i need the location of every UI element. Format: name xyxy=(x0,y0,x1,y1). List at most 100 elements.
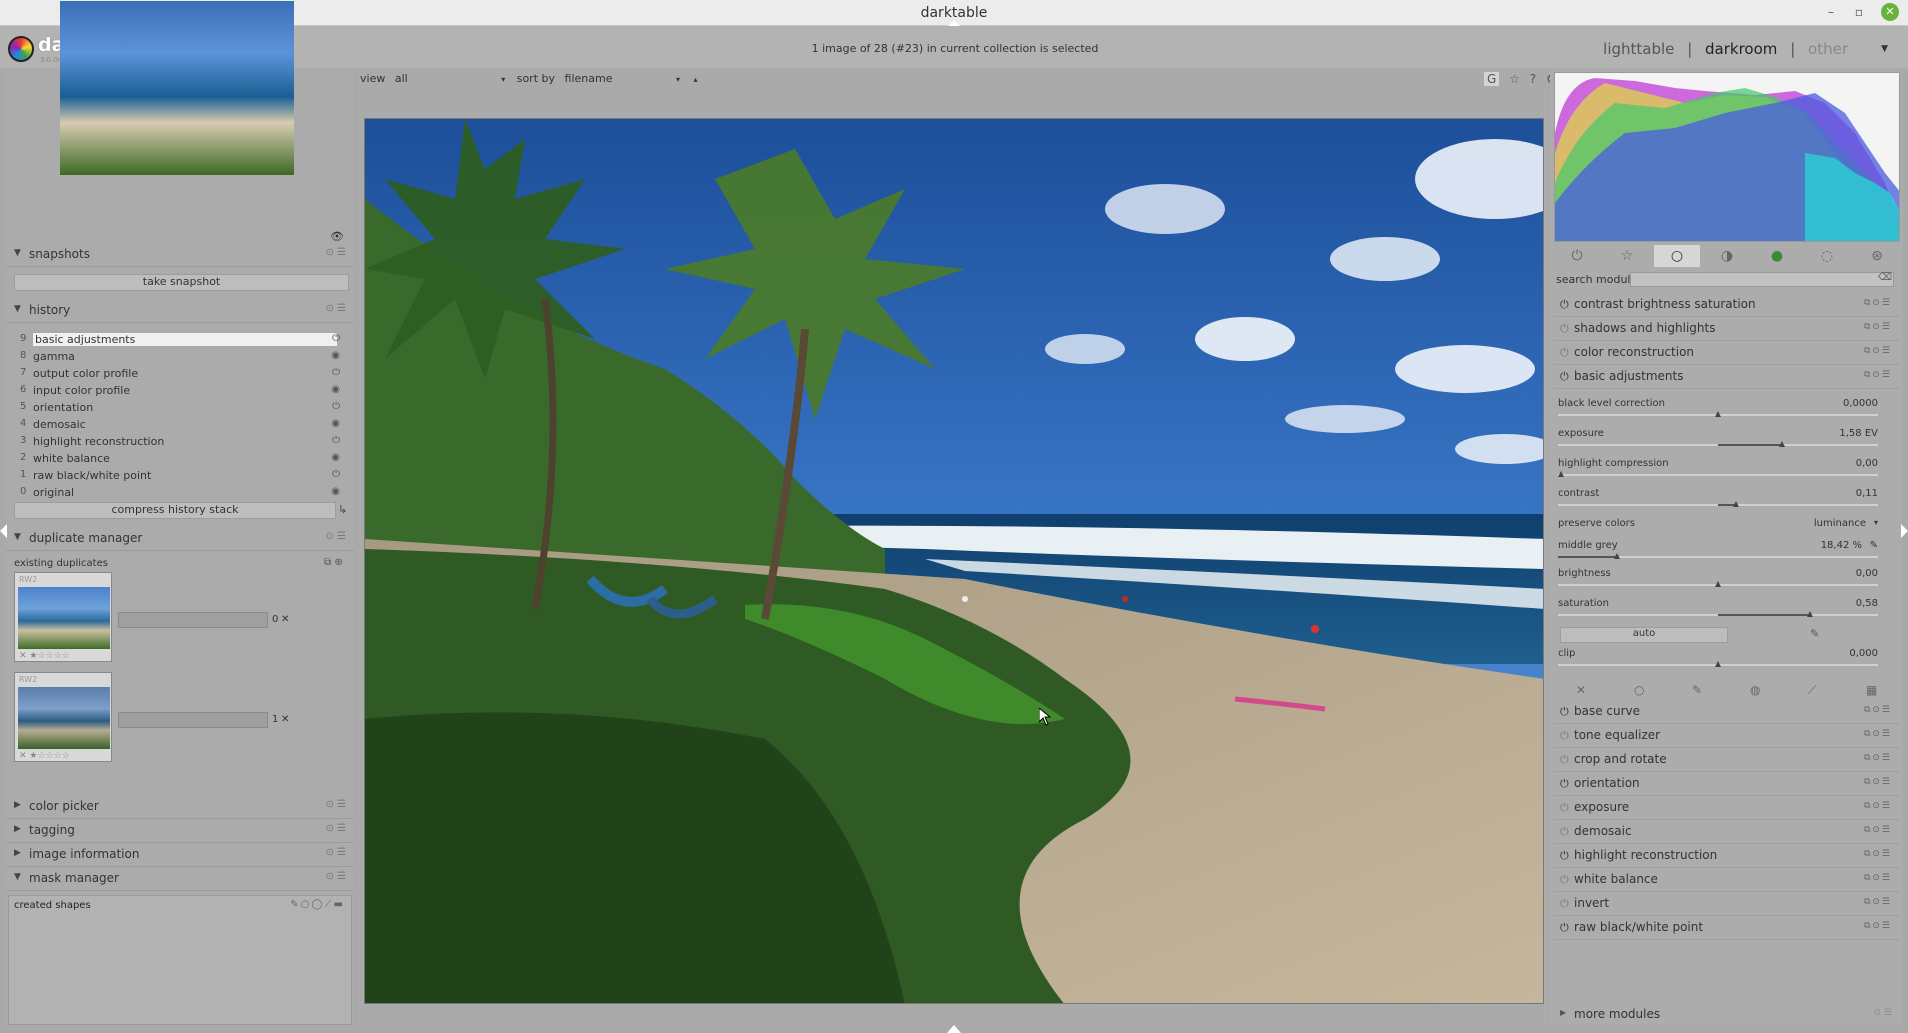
compress-history-icon[interactable]: ↳ xyxy=(338,503,347,516)
favorites-icon[interactable]: ☆ xyxy=(1604,245,1650,267)
module-menu-icon[interactable]: ⊙ ☰ xyxy=(1874,1008,1892,1018)
color-picker-header[interactable]: ▶ color picker ⊙ ☰ xyxy=(6,795,354,819)
mask-manager-header[interactable]: ▼ mask manager ⊙ ☰ xyxy=(6,867,354,891)
delete-duplicate-icon[interactable]: ✕ xyxy=(281,614,289,625)
power-icon[interactable]: ⏻ xyxy=(1560,298,1569,312)
module-actions-icon[interactable]: ⧉⊙☰ xyxy=(1864,849,1892,859)
sort-by-select[interactable]: filename xyxy=(565,72,613,85)
module-basic-adjustments[interactable]: ⏻ basic adjustments ⧉⊙☰ xyxy=(1554,365,1900,389)
module-menu-icon[interactable]: ⊙ ☰ xyxy=(325,823,346,834)
brightness-slider[interactable]: brightness 0,00 xyxy=(1558,568,1878,598)
close-button[interactable]: ✕ xyxy=(1881,3,1899,21)
power-icon[interactable]: ⏻ xyxy=(1560,873,1569,887)
collapse-right-panel-arrow[interactable] xyxy=(1901,524,1908,538)
eye-icon[interactable]: 👁 xyxy=(330,230,344,243)
saturation-slider[interactable]: saturation 0,58 xyxy=(1558,598,1878,628)
module-actions-icon[interactable]: ⧉⊙☰ xyxy=(1864,801,1892,811)
view-lighttable[interactable]: lighttable xyxy=(1603,40,1674,58)
module-invert[interactable]: ⏻ invert ⧉⊙☰ xyxy=(1554,892,1900,916)
module-actions-icon[interactable]: ⧉⊙☰ xyxy=(1864,753,1892,763)
blend-off-icon[interactable]: ✕ xyxy=(1576,683,1586,697)
rating-stars[interactable]: ✕ ★☆☆☆☆ xyxy=(19,651,70,661)
module-tone-equalizer[interactable]: ⏻ tone equalizer ⧉⊙☰ xyxy=(1554,724,1900,748)
power-icon[interactable]: ⏻ xyxy=(1560,921,1569,935)
raster-mask-icon[interactable]: ▦ xyxy=(1866,683,1877,697)
chevron-down-icon[interactable]: ▾ xyxy=(676,75,680,84)
module-white-balance[interactable]: ⏻ white balance ⧉⊙☰ xyxy=(1554,868,1900,892)
compress-history-button[interactable]: compress history stack xyxy=(14,502,336,519)
power-icon[interactable]: ⏻ xyxy=(1560,370,1569,384)
module-actions-icon[interactable]: ⧉⊙☰ xyxy=(1864,777,1892,787)
blend-uniform-icon[interactable]: ○ xyxy=(1634,683,1644,697)
module-menu-icon[interactable]: ⊙ ☰ xyxy=(325,303,346,314)
power-icon[interactable]: ⏻ xyxy=(1554,245,1600,267)
view-filter-select[interactable]: all xyxy=(395,72,408,85)
power-icon[interactable]: ⏻ xyxy=(1560,801,1569,815)
collapse-bottom-panel-arrow[interactable] xyxy=(947,1025,961,1033)
power-icon[interactable]: ⏻ xyxy=(1560,322,1569,336)
module-exposure[interactable]: ⏻ exposure ⧉⊙☰ xyxy=(1554,796,1900,820)
module-actions-icon[interactable]: ⧉⊙☰ xyxy=(1864,897,1892,907)
duplicate-version-field[interactable] xyxy=(118,612,268,628)
take-snapshot-button[interactable]: take snapshot xyxy=(14,274,349,291)
power-icon[interactable]: ⏻ xyxy=(1560,753,1569,767)
combined-mask-icon[interactable]: ⟋ xyxy=(1808,683,1816,698)
color-picker-icon[interactable]: ✎ xyxy=(1870,540,1878,551)
slider-handle[interactable] xyxy=(1715,661,1721,667)
rating-stars[interactable]: ✕ ★☆☆☆☆ xyxy=(19,751,70,761)
history-item[interactable]: 5 orientation ⏻ xyxy=(14,400,340,417)
history-item[interactable]: 3 highlight reconstruction ⏻ xyxy=(14,434,340,451)
image-information-header[interactable]: ▶ image information ⊙ ☰ xyxy=(6,843,354,867)
slider-handle[interactable] xyxy=(1558,471,1564,477)
help-icon[interactable]: ? xyxy=(1530,72,1536,86)
middle-grey-slider[interactable]: middle grey 18,42 % ✎ xyxy=(1558,540,1878,570)
power-icon[interactable]: ⏻ xyxy=(1560,897,1569,911)
history-item[interactable]: 9 basic adjustments ⏻ xyxy=(14,332,340,349)
tone-group-icon[interactable]: ◑ xyxy=(1704,245,1750,267)
module-color-reconstruction[interactable]: ⏻ color reconstruction ⧉⊙☰ xyxy=(1554,341,1900,365)
module-actions-icon[interactable]: ⧉⊙☰ xyxy=(1864,705,1892,715)
module-actions-icon[interactable]: ⧉⊙☰ xyxy=(1864,322,1892,332)
view-other[interactable]: other xyxy=(1808,40,1848,58)
grouping-icon[interactable]: G xyxy=(1484,72,1500,86)
power-icon[interactable]: ⏻ xyxy=(1560,849,1569,863)
clip-slider[interactable]: clip 0,000 xyxy=(1558,648,1878,678)
history-item[interactable]: 7 output color profile ⏻ xyxy=(14,366,340,383)
parametric-mask-icon[interactable]: ◍ xyxy=(1750,683,1760,697)
module-raw-black-white-point[interactable]: ⏻ raw black/white point ⧉⊙☰ xyxy=(1554,916,1900,940)
module-actions-icon[interactable]: ⧉⊙☰ xyxy=(1864,921,1892,931)
basic-group-icon[interactable]: ○ xyxy=(1654,245,1700,267)
slider-handle[interactable] xyxy=(1807,611,1813,617)
module-menu-icon[interactable]: ⊙ ☰ xyxy=(325,847,346,858)
module-menu-icon[interactable]: ⊙ ☰ xyxy=(325,799,346,810)
power-icon[interactable]: ⏻ xyxy=(1560,346,1569,360)
duplicate-version-field[interactable] xyxy=(118,712,268,728)
history-item[interactable]: 6 input color profile ◉ xyxy=(14,383,340,400)
duplicate-thumbnail[interactable]: RW2 ✕ ★☆☆☆☆ xyxy=(14,672,112,762)
correct-group-icon[interactable]: ◌ xyxy=(1804,245,1850,267)
navigation-thumbnail[interactable] xyxy=(60,1,294,175)
auto-button[interactable]: auto xyxy=(1560,627,1728,643)
module-actions-icon[interactable]: ⧉⊙☰ xyxy=(1864,729,1892,739)
minimize-button[interactable]: – xyxy=(1822,3,1840,21)
module-menu-icon[interactable]: ⊙ ☰ xyxy=(325,247,346,258)
color-picker-icon[interactable]: ✎ xyxy=(1810,627,1819,640)
contrast-slider[interactable]: contrast 0,11 xyxy=(1558,488,1878,518)
search-module-input[interactable] xyxy=(1630,272,1894,287)
effect-group-icon[interactable]: ⊛ xyxy=(1854,245,1900,267)
module-actions-icon[interactable]: ⧉⊙☰ xyxy=(1864,370,1892,380)
slider-handle[interactable] xyxy=(1715,411,1721,417)
view-darkroom[interactable]: darkroom xyxy=(1705,40,1777,58)
module-highlight-reconstruction[interactable]: ⏻ highlight reconstruction ⧉⊙☰ xyxy=(1554,844,1900,868)
power-icon[interactable]: ⏻ xyxy=(1560,825,1569,839)
slider-handle[interactable] xyxy=(1715,581,1721,587)
chevron-down-icon[interactable]: ▾ xyxy=(501,75,505,84)
power-icon[interactable]: ⏻ xyxy=(1560,777,1569,791)
module-demosaic[interactable]: ⏻ demosaic ⧉⊙☰ xyxy=(1554,820,1900,844)
main-image[interactable] xyxy=(364,118,1544,1004)
power-icon[interactable]: ⏻ xyxy=(1560,705,1569,719)
slider-handle[interactable] xyxy=(1779,441,1785,447)
module-crop-and-rotate[interactable]: ⏻ crop and rotate ⧉⊙☰ xyxy=(1554,748,1900,772)
slider-handle[interactable] xyxy=(1733,501,1739,507)
module-menu-icon[interactable]: ⊙ ☰ xyxy=(325,871,346,882)
